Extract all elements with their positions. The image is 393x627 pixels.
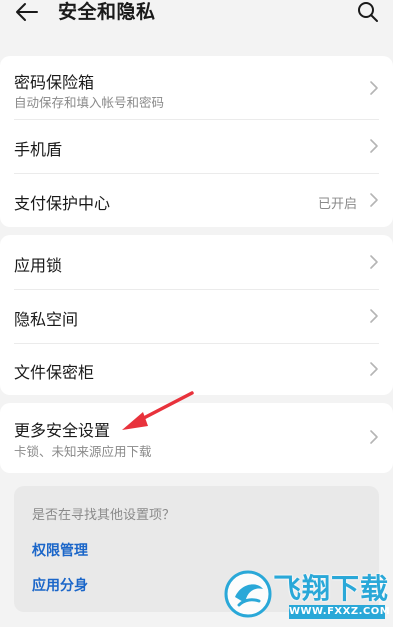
row-phone-shield[interactable]: 手机盾 xyxy=(0,120,393,173)
row-app-lock[interactable]: 应用锁 xyxy=(0,235,393,289)
chevron-right-icon xyxy=(370,81,378,95)
watermark-title: 飞翔下载 xyxy=(273,572,390,605)
row-label: 手机盾 xyxy=(14,140,63,159)
search-button[interactable] xyxy=(355,0,381,24)
watermark-url: WWW.FXXZ.COM xyxy=(289,605,391,619)
settings-page: 安全和隐私 密码保险箱 自动保存和填入帐号和密码 手机盾 支付保护中心 已开启 … xyxy=(0,0,393,627)
row-private-space[interactable]: 隐私空间 xyxy=(0,290,393,343)
watermark-logo-icon xyxy=(224,570,272,618)
search-icon xyxy=(358,2,378,22)
watermark: 飞翔下载 WWW.FXXZ.COM xyxy=(223,565,393,627)
row-label: 更多安全设置 xyxy=(14,421,111,440)
settings-group-privacy: 应用锁 隐私空间 文件保密柜 xyxy=(0,235,393,395)
row-subtitle: 卡锁、未知来源应用下载 xyxy=(14,444,152,459)
settings-group-security: 密码保险箱 自动保存和填入帐号和密码 手机盾 支付保护中心 已开启 xyxy=(0,56,393,227)
row-label: 密码保险箱 xyxy=(14,73,95,92)
chevron-right-icon xyxy=(370,193,378,207)
chevron-right-icon xyxy=(370,362,378,376)
chevron-right-icon xyxy=(370,139,378,153)
arrow-left-icon xyxy=(16,3,38,21)
link-permission-management[interactable]: 权限管理 xyxy=(32,540,88,560)
top-bar: 安全和隐私 xyxy=(0,0,393,36)
chevron-right-icon xyxy=(370,309,378,323)
row-subtitle: 自动保存和填入帐号和密码 xyxy=(14,95,165,110)
row-password-vault[interactable]: 密码保险箱 自动保存和填入帐号和密码 xyxy=(0,56,393,119)
row-label: 支付保护中心 xyxy=(14,194,111,213)
chevron-right-icon xyxy=(370,255,378,269)
row-payment-protection[interactable]: 支付保护中心 已开启 xyxy=(0,174,393,227)
row-label: 应用锁 xyxy=(14,256,63,275)
row-label: 隐私空间 xyxy=(14,310,79,329)
row-label: 文件保密柜 xyxy=(14,363,95,382)
link-app-twin[interactable]: 应用分身 xyxy=(32,575,88,595)
back-button[interactable] xyxy=(12,0,42,24)
annotation-arrow-icon xyxy=(122,391,194,430)
chevron-right-icon xyxy=(370,430,378,444)
status-value: 已开启 xyxy=(317,197,357,212)
page-title: 安全和隐私 xyxy=(58,1,156,23)
suggestion-question: 是否在寻找其他设置项？ xyxy=(32,508,176,523)
